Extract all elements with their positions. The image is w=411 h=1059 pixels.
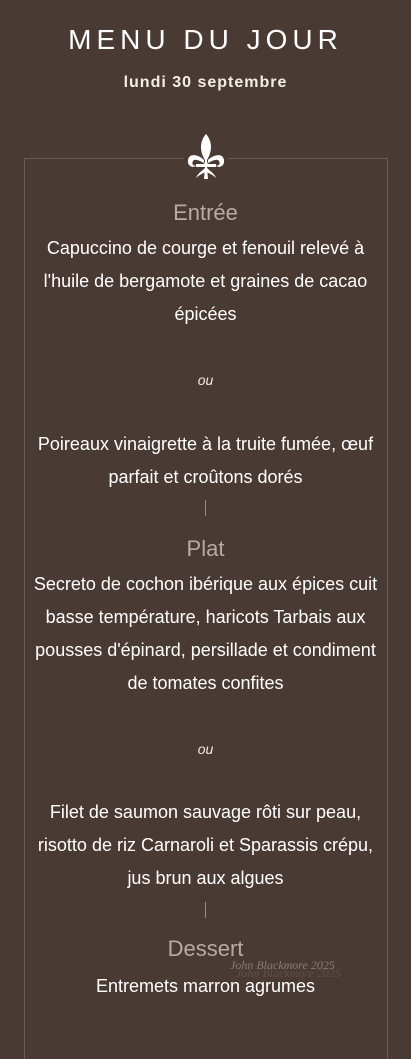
dish-plat-2: Filet de saumon sauvage rôti sur peau, r… [37, 802, 374, 888]
fleur-de-lis-icon [184, 132, 228, 182]
section-title-entree: Entrée [173, 200, 238, 225]
section-divider-1 [205, 500, 206, 516]
menu-date: lundi 30 septembre [123, 74, 288, 91]
section-title-plat: Plat [186, 536, 225, 561]
dish-plat-1: Secreto de cochon ibérique aux épices cu… [33, 574, 378, 693]
section-divider-2 [205, 902, 206, 918]
dish-entree-2: Poireaux vinaigrette à la truite fumée, … [37, 434, 374, 487]
watermark-shadow: John Blackmore 2025 [236, 966, 341, 980]
section-title-dessert: Dessert [167, 936, 244, 961]
menu-title: MENU DU JOUR [68, 24, 343, 55]
or-separator-plat: ou [197, 741, 214, 757]
dish-entree-1: Capuccino de courge et fenouil relevé à … [43, 238, 368, 324]
or-separator-entree: ou [197, 372, 214, 388]
